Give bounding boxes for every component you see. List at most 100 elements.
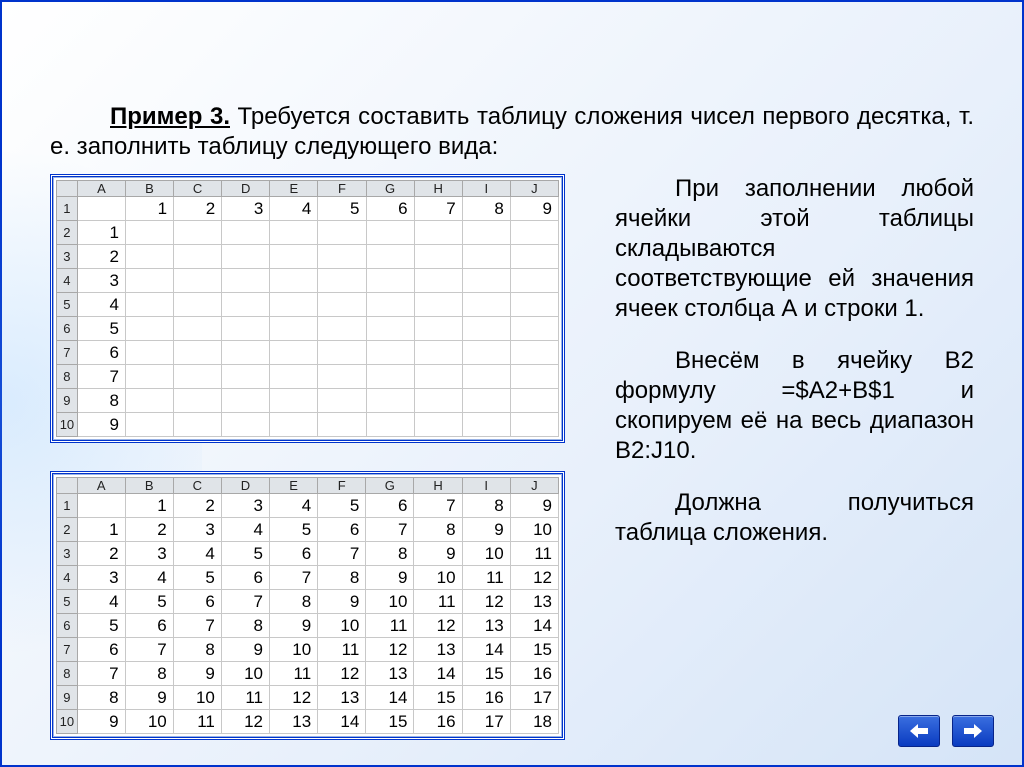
cell: 6	[77, 638, 125, 662]
cell: 17	[510, 686, 558, 710]
cell: 15	[366, 710, 414, 734]
cell	[366, 221, 414, 245]
cell: 9	[221, 638, 269, 662]
cell: 2	[173, 494, 221, 518]
cell: 7	[77, 365, 125, 389]
cell	[414, 365, 462, 389]
cell: 10	[318, 614, 366, 638]
cell	[462, 293, 510, 317]
cell: 12	[270, 686, 318, 710]
cell: 13	[318, 686, 366, 710]
spreadsheet-bottom: ABCDEFGHIJ112345678921234567891032345678…	[56, 477, 559, 734]
column-header: E	[270, 478, 318, 494]
cell	[174, 221, 222, 245]
row-header: 1	[57, 197, 78, 221]
cell	[222, 245, 270, 269]
cell: 12	[366, 638, 414, 662]
cell: 15	[510, 638, 558, 662]
cell	[414, 245, 462, 269]
cell: 12	[221, 710, 269, 734]
row-header: 10	[57, 413, 78, 437]
cell	[414, 317, 462, 341]
cell: 8	[462, 197, 510, 221]
cell: 6	[366, 197, 414, 221]
body-text-column: При заполнении любой ячейки этой таблицы…	[615, 174, 974, 740]
cell	[174, 293, 222, 317]
cell	[462, 389, 510, 413]
cell	[125, 317, 173, 341]
cell: 8	[125, 662, 173, 686]
cell: 5	[173, 566, 221, 590]
cell: 4	[173, 542, 221, 566]
paragraph-3: Должна получиться таблица сложения.	[615, 488, 974, 548]
cell: 9	[125, 686, 173, 710]
column-header: A	[77, 181, 125, 197]
cell: 9	[77, 710, 125, 734]
cell: 4	[77, 590, 125, 614]
cell: 5	[77, 317, 125, 341]
cell: 6	[318, 518, 366, 542]
cell	[174, 269, 222, 293]
spreadsheet-bottom-frame: ABCDEFGHIJ112345678921234567891032345678…	[50, 471, 565, 740]
column-header: B	[125, 181, 173, 197]
cell: 8	[221, 614, 269, 638]
cell: 9	[77, 413, 125, 437]
cell	[174, 389, 222, 413]
cell: 2	[174, 197, 222, 221]
row-header: 8	[57, 662, 78, 686]
cell: 8	[270, 590, 318, 614]
row-header: 3	[57, 542, 78, 566]
slide-nav	[898, 715, 994, 747]
cell	[222, 269, 270, 293]
cell: 18	[510, 710, 558, 734]
cell: 7	[318, 542, 366, 566]
cell	[125, 245, 173, 269]
cell	[77, 197, 125, 221]
cell	[174, 245, 222, 269]
cell	[222, 341, 270, 365]
cell	[318, 389, 366, 413]
cell: 13	[510, 590, 558, 614]
row-header: 3	[57, 245, 78, 269]
cell	[125, 413, 173, 437]
cell: 6	[366, 494, 414, 518]
cell: 6	[221, 566, 269, 590]
paragraph-2: Внесём в ячейку B2 формулу =$A2+B$1 и ск…	[615, 346, 974, 466]
cell	[366, 365, 414, 389]
cell: 11	[318, 638, 366, 662]
column-header: G	[366, 181, 414, 197]
column-header: D	[221, 478, 269, 494]
cell: 3	[221, 494, 269, 518]
cell	[270, 317, 318, 341]
cell	[366, 341, 414, 365]
column-header: B	[125, 478, 173, 494]
cell: 7	[414, 494, 462, 518]
cell: 3	[77, 269, 125, 293]
cell	[318, 365, 366, 389]
cell	[510, 317, 558, 341]
cell	[174, 341, 222, 365]
cell	[462, 269, 510, 293]
cell: 5	[270, 518, 318, 542]
cell	[222, 317, 270, 341]
cell	[125, 269, 173, 293]
cell: 8	[77, 686, 125, 710]
cell: 13	[462, 614, 510, 638]
cell: 2	[125, 518, 173, 542]
arrow-right-icon	[964, 724, 982, 738]
cell	[318, 221, 366, 245]
row-header: 5	[57, 590, 78, 614]
cell	[366, 317, 414, 341]
cell	[462, 341, 510, 365]
cell	[222, 389, 270, 413]
cell: 5	[318, 494, 366, 518]
cell: 14	[462, 638, 510, 662]
prev-button[interactable]	[898, 715, 940, 747]
cell: 1	[125, 197, 173, 221]
column-header: A	[77, 478, 125, 494]
cell	[510, 293, 558, 317]
cell: 14	[366, 686, 414, 710]
next-button[interactable]	[952, 715, 994, 747]
column-header: H	[414, 478, 462, 494]
cell	[125, 365, 173, 389]
